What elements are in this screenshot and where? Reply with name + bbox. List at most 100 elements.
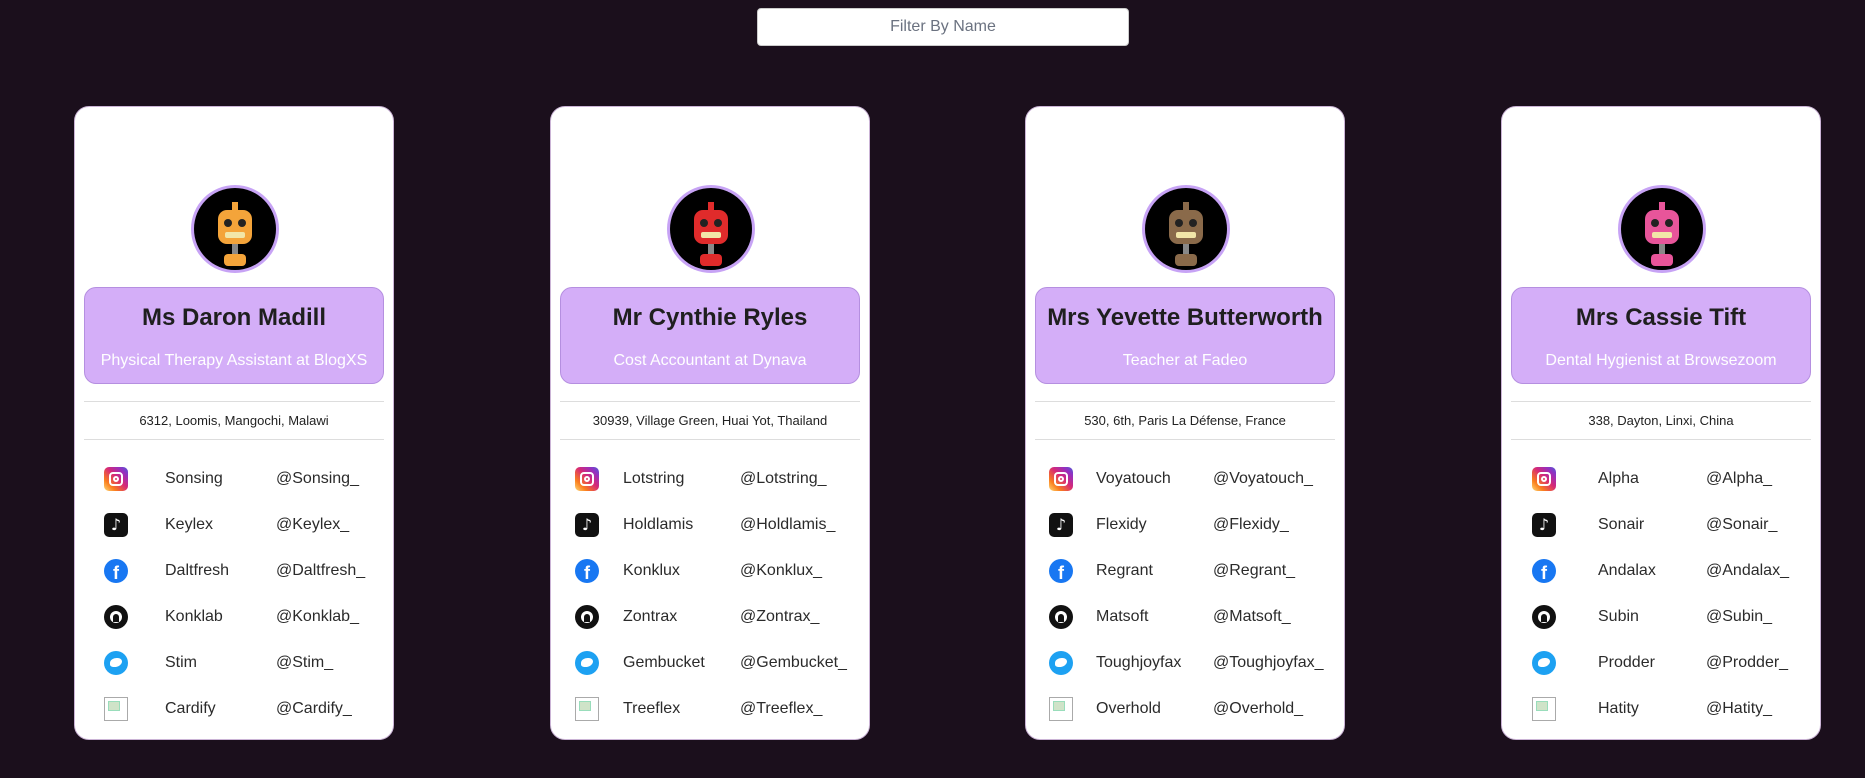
social-row-facebook[interactable]: f Daltfresh @Daltfresh_ — [75, 556, 393, 586]
tiktok-icon: ♪ — [1532, 513, 1556, 537]
social-handle-link[interactable]: @Andalax_ — [1706, 556, 1789, 586]
social-row-tiktok[interactable]: ♪ Sonair @Sonair_ — [1502, 510, 1820, 540]
social-handle-link[interactable]: @Cardify_ — [276, 694, 352, 724]
social-row-instagram[interactable]: Voyatouch @Voyatouch_ — [1026, 464, 1344, 494]
social-row-twitter[interactable]: Gembucket @Gembucket_ — [551, 648, 869, 678]
social-handle-link[interactable]: @Sonair_ — [1706, 510, 1777, 540]
social-row-instagram[interactable]: Alpha @Alpha_ — [1502, 464, 1820, 494]
social-handle-link[interactable]: @Daltfresh_ — [276, 556, 365, 586]
social-account-name: Andalax — [1598, 562, 1656, 579]
social-handle-link[interactable]: @Alpha_ — [1706, 464, 1772, 494]
social-account-name: Sonair — [1598, 516, 1645, 533]
twitter-icon — [575, 651, 599, 675]
twitter-icon — [104, 651, 128, 675]
social-row-github[interactable]: Subin @Subin_ — [1502, 602, 1820, 632]
social-row-instagram[interactable]: Sonsing @Sonsing_ — [75, 464, 393, 494]
social-account-name: Gembucket — [623, 654, 705, 671]
robot-avatar-illustration — [1169, 202, 1203, 266]
github-icon — [1049, 605, 1073, 629]
social-account-name: Subin — [1598, 608, 1639, 625]
job-title: Cost Accountant at Dynava — [613, 352, 807, 369]
job-title: Physical Therapy Assistant at BlogXS — [100, 352, 368, 369]
social-account-name: Voyatouch — [1096, 470, 1171, 487]
avatar-image — [1621, 188, 1703, 270]
social-account-name: Konklab — [165, 608, 223, 625]
social-handle-link[interactable]: @Konklab_ — [276, 602, 359, 632]
avatar — [1618, 185, 1706, 273]
social-row-broken-image[interactable]: Treeflex @Treeflex_ — [551, 694, 869, 724]
social-row-broken-image[interactable]: Cardify @Cardify_ — [75, 694, 393, 724]
facebook-icon: f — [104, 559, 128, 583]
social-handle-link[interactable]: @Treeflex_ — [740, 694, 822, 724]
social-handle-link[interactable]: @Sonsing_ — [276, 464, 359, 494]
social-handle-link[interactable]: @Flexidy_ — [1213, 510, 1289, 540]
social-row-github[interactable]: Zontrax @Zontrax_ — [551, 602, 869, 632]
name-panel: Mrs Cassie Tift Dental Hygienist at Brow… — [1511, 287, 1811, 384]
twitter-icon — [1532, 651, 1556, 675]
social-handle-link[interactable]: @Zontrax_ — [740, 602, 819, 632]
instagram-icon — [575, 467, 599, 491]
social-handle-link[interactable]: @Konklux_ — [740, 556, 822, 586]
broken-image-icon — [1532, 697, 1556, 721]
social-row-tiktok[interactable]: ♪ Holdlamis @Holdlamis_ — [551, 510, 869, 540]
social-account-name: Hatity — [1598, 700, 1639, 717]
social-handle-link[interactable]: @Regrant_ — [1213, 556, 1295, 586]
address: 30939, Village Green, Huai Yot, Thailand — [560, 401, 860, 440]
social-handle-link[interactable]: @Voyatouch_ — [1213, 464, 1313, 494]
social-row-facebook[interactable]: f Regrant @Regrant_ — [1026, 556, 1344, 586]
social-row-github[interactable]: Konklab @Konklab_ — [75, 602, 393, 632]
social-handle-link[interactable]: @Gembucket_ — [740, 648, 847, 678]
tiktok-icon: ♪ — [1049, 513, 1073, 537]
facebook-icon: f — [1049, 559, 1073, 583]
social-account-name: Treeflex — [623, 700, 681, 717]
social-row-facebook[interactable]: f Andalax @Andalax_ — [1502, 556, 1820, 586]
social-handle-link[interactable]: @Subin_ — [1706, 602, 1772, 632]
github-icon — [1532, 605, 1556, 629]
social-row-facebook[interactable]: f Konklux @Konklux_ — [551, 556, 869, 586]
robot-avatar-illustration — [694, 202, 728, 266]
github-icon — [575, 605, 599, 629]
social-handle-link[interactable]: @Stim_ — [276, 648, 333, 678]
social-handle-link[interactable]: @Holdlamis_ — [740, 510, 835, 540]
social-handle-link[interactable]: @Overhold_ — [1213, 694, 1303, 724]
social-handle-link[interactable]: @Keylex_ — [276, 510, 349, 540]
profile-card: Mrs Cassie Tift Dental Hygienist at Brow… — [1501, 106, 1821, 740]
avatar-image — [1145, 188, 1227, 270]
social-account-name: Konklux — [623, 562, 680, 579]
filter-by-name-input[interactable] — [757, 8, 1129, 46]
avatar — [1142, 185, 1230, 273]
social-account-name: Regrant — [1096, 562, 1153, 579]
social-row-github[interactable]: Matsoft @Matsoft_ — [1026, 602, 1344, 632]
social-row-twitter[interactable]: Prodder @Prodder_ — [1502, 648, 1820, 678]
social-row-tiktok[interactable]: ♪ Keylex @Keylex_ — [75, 510, 393, 540]
social-handle-link[interactable]: @Hatity_ — [1706, 694, 1772, 724]
robot-avatar-illustration — [1645, 202, 1679, 266]
robot-avatar-illustration — [218, 202, 252, 266]
address: 338, Dayton, Linxi, China — [1511, 401, 1811, 440]
social-row-twitter[interactable]: Stim @Stim_ — [75, 648, 393, 678]
avatar — [667, 185, 755, 273]
social-account-name: Cardify — [165, 700, 216, 717]
avatar-image — [670, 188, 752, 270]
social-row-tiktok[interactable]: ♪ Flexidy @Flexidy_ — [1026, 510, 1344, 540]
social-row-broken-image[interactable]: Hatity @Hatity_ — [1502, 694, 1820, 724]
social-row-instagram[interactable]: Lotstring @Lotstring_ — [551, 464, 869, 494]
address: 6312, Loomis, Mangochi, Malawi — [84, 401, 384, 440]
tiktok-icon: ♪ — [575, 513, 599, 537]
social-row-broken-image[interactable]: Overhold @Overhold_ — [1026, 694, 1344, 724]
social-handle-link[interactable]: @Prodder_ — [1706, 648, 1788, 678]
person-name: Mrs Yevette Butterworth — [1047, 304, 1323, 331]
social-handle-link[interactable]: @Lotstring_ — [740, 464, 827, 494]
github-icon — [104, 605, 128, 629]
social-row-twitter[interactable]: Toughjoyfax @Toughjoyfax_ — [1026, 648, 1344, 678]
job-title: Teacher at Fadeo — [1122, 352, 1248, 369]
social-handle-link[interactable]: @Matsoft_ — [1213, 602, 1291, 632]
tiktok-icon: ♪ — [104, 513, 128, 537]
facebook-icon: f — [1532, 559, 1556, 583]
broken-image-icon — [104, 697, 128, 721]
profile-card: Ms Daron Madill Physical Therapy Assista… — [74, 106, 394, 740]
social-account-name: Stim — [165, 654, 197, 671]
social-account-name: Matsoft — [1096, 608, 1149, 625]
social-handle-link[interactable]: @Toughjoyfax_ — [1213, 648, 1324, 678]
social-account-name: Zontrax — [623, 608, 678, 625]
